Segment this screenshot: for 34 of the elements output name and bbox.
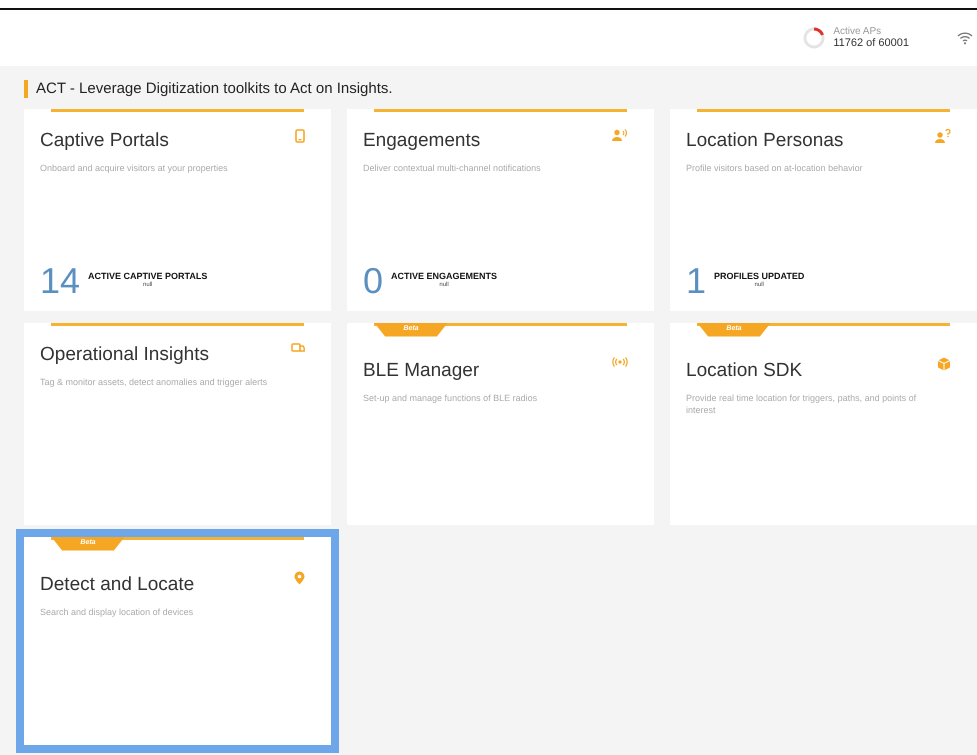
cube-icon [937, 356, 951, 370]
card-title: Captive Portals [40, 128, 169, 152]
card-title: Operational Insights [40, 342, 209, 366]
card-description: Tag & monitor assets, detect anomalies and trigger alerts [40, 377, 268, 389]
stat-label: PROFILES UPDATED [714, 270, 804, 282]
person-speaking-icon [612, 128, 628, 140]
section-title: ACT - Leverage Digitization toolkits to Act on Insights. [36, 79, 393, 99]
active-aps-label: Active APs [833, 26, 882, 38]
map-pin-icon [294, 570, 305, 584]
card-description: Provide real time location for triggers, paths, and points of interest [686, 393, 918, 416]
card-description: Deliver contextual multi-channel notifications [363, 163, 542, 175]
stat-value: 1 [686, 262, 706, 298]
stat-label: ACTIVE CAPTIVE PORTALS [88, 270, 208, 282]
card-description: Profile visitors based on at-location behavior [686, 163, 864, 175]
active-aps-donut [803, 27, 826, 49]
stat-value: 0 [363, 262, 384, 298]
stat-value: 14 [40, 262, 80, 298]
card-title: Location SDK [686, 358, 802, 382]
wifi-icon[interactable] [957, 31, 973, 45]
card-title: Engagements [363, 128, 480, 152]
stat-label: ACTIVE ENGAGEMENTS [391, 270, 498, 282]
accent-bar [24, 80, 28, 98]
signal-icon [612, 356, 628, 366]
tool-card[interactable]: Operational Insights Tag & monitor assets, detect anomalies and trigger alerts [24, 322, 331, 524]
card-description: Set-up and manage functions of BLE radios [363, 393, 538, 405]
truck-icon [291, 342, 305, 352]
phone-icon [295, 128, 305, 142]
card-title: Detect and Locate [40, 572, 194, 596]
card-description: Onboard and acquire visitors at your properties [40, 163, 229, 175]
card-description: Search and display location of devices [40, 607, 194, 619]
person-question-icon [935, 128, 951, 142]
card-title: BLE Manager [363, 358, 480, 382]
active-aps-count: 11762 of 60001 [833, 37, 909, 50]
card-title: Location Personas [686, 128, 844, 152]
